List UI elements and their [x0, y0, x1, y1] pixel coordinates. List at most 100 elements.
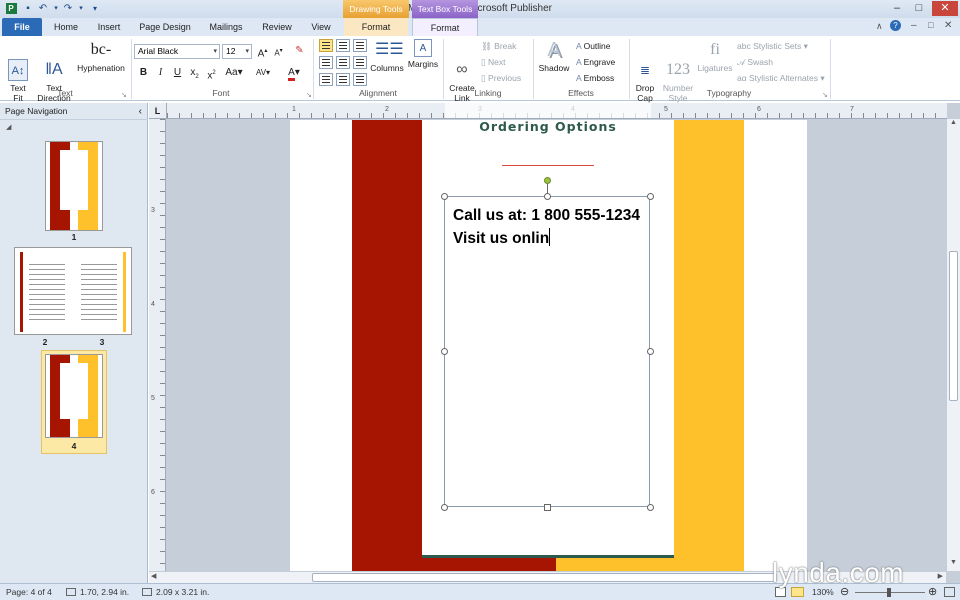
text-direction-button[interactable]: ‖A Text Direction [36, 39, 72, 113]
scroll-up-icon[interactable]: ▲ [947, 119, 960, 131]
tab-view[interactable]: View [305, 18, 337, 36]
scroll-left-icon[interactable]: ◀ [151, 572, 156, 580]
page-thumbnail-1[interactable] [45, 141, 103, 231]
bold-icon[interactable]: B [136, 66, 151, 80]
italic-icon[interactable]: I [153, 66, 168, 80]
resize-handle[interactable] [441, 348, 448, 355]
vertical-scroll-thumb[interactable] [949, 251, 958, 401]
expand-section-icon[interactable]: ◢ [6, 123, 11, 131]
tab-selector-icon[interactable]: L [149, 103, 167, 119]
resize-handle[interactable] [647, 348, 654, 355]
resize-handle[interactable] [544, 193, 551, 200]
break-link-button[interactable]: ⛓ Break [481, 39, 516, 53]
drop-cap-button[interactable]: ≣ Drop Cap [631, 39, 659, 113]
font-group-launcher-icon[interactable]: ↘ [306, 91, 312, 99]
page-indicator[interactable]: Page: 4 of 4 [6, 584, 52, 600]
shrink-font-icon[interactable]: A▾ [271, 44, 286, 58]
tab-mailings[interactable]: Mailings [203, 18, 249, 36]
subscript-icon[interactable]: x2 [187, 66, 202, 80]
number-style-button[interactable]: 123 Number Style [661, 39, 695, 113]
underline-icon[interactable]: U [170, 66, 185, 80]
zoom-in-icon[interactable]: ⊕ [928, 584, 937, 600]
align-bottom-center-button[interactable] [336, 73, 350, 86]
text-group-launcher-icon[interactable]: ↘ [121, 91, 127, 99]
rotation-handle[interactable] [544, 177, 551, 184]
text-line-web: Visit us onlin [453, 227, 645, 251]
font-color-icon[interactable]: A▾ [284, 66, 304, 81]
columns-button[interactable]: ☰☰ Columns [370, 39, 404, 73]
resize-handle[interactable] [441, 504, 448, 511]
create-link-button[interactable]: ∞ Create Link [446, 39, 478, 113]
minimize-ribbon-icon[interactable]: ∧ [876, 21, 883, 32]
align-middle-center-button[interactable] [336, 56, 350, 69]
clear-formatting-icon[interactable]: ✎ [292, 44, 307, 58]
hyphenation-button[interactable]: bc- Hyphenation [75, 39, 127, 73]
doc-minimize-button[interactable]: – [911, 20, 917, 31]
align-bottom-right-button[interactable] [353, 73, 367, 86]
margins-button[interactable]: A Margins [406, 39, 440, 69]
minimize-button[interactable]: – [886, 1, 908, 16]
page-number-4: 4 [71, 441, 77, 451]
stylistic-sets-button[interactable]: abc Stylistic Sets ▾ [737, 39, 808, 53]
zoom-slider-thumb[interactable] [887, 588, 891, 597]
emboss-button[interactable]: A Emboss [576, 71, 614, 85]
resize-handle[interactable] [441, 193, 448, 200]
superscript-icon[interactable]: x2 [204, 66, 219, 81]
resize-handle[interactable] [647, 504, 654, 511]
resize-handle[interactable] [647, 193, 654, 200]
vertical-ruler[interactable]: 3 4 5 6 [149, 119, 166, 571]
text-box[interactable]: Call us at: 1 800 555-1234 Visit us onli… [444, 196, 650, 507]
grow-font-icon[interactable]: A▴ [255, 44, 270, 59]
text-box-content[interactable]: Call us at: 1 800 555-1234 Visit us onli… [453, 205, 645, 250]
effects-group-label: Effects [568, 88, 594, 98]
stylistic-alternates-label: Stylistic Alternates [749, 73, 818, 83]
close-button[interactable]: ✕ [932, 1, 958, 16]
page-thumbnail-4[interactable] [45, 354, 103, 438]
page-thumbnail-2-3[interactable] [14, 247, 132, 335]
tab-home[interactable]: Home [48, 18, 84, 36]
align-top-right-button[interactable] [353, 39, 367, 52]
maximize-button[interactable]: □ [908, 1, 930, 16]
tab-review[interactable]: Review [257, 18, 297, 36]
ligatures-button[interactable]: fi Ligatures [697, 39, 733, 73]
font-name-combo[interactable]: Arial Black ▾ [134, 44, 220, 59]
tab-textbox-format[interactable]: Format [412, 18, 478, 36]
outline-button[interactable]: A Outline [576, 39, 611, 53]
align-top-center-button[interactable] [336, 39, 350, 52]
align-middle-right-button[interactable] [353, 56, 367, 69]
previous-link-button[interactable]: ▯ Previous [481, 71, 521, 85]
next-link-button[interactable]: ▯ Next [481, 55, 506, 69]
tab-file[interactable]: File [2, 18, 42, 36]
scroll-down-icon[interactable]: ▼ [947, 559, 960, 571]
chain-link-icon: ∞ [456, 61, 468, 78]
collapse-pane-icon[interactable]: ‹ [139, 103, 142, 120]
character-spacing-icon[interactable]: AV▾ [252, 66, 274, 80]
stylistic-sets-label: Stylistic Sets [753, 41, 802, 51]
horizontal-ruler[interactable]: 1 2 3 4 5 6 7 [167, 103, 947, 119]
doc-restore-button[interactable]: □ [928, 20, 933, 30]
scroll-right-icon[interactable]: ▶ [938, 572, 943, 580]
text-fit-button[interactable]: A↕ Text Fit [4, 39, 32, 113]
align-bottom-left-button[interactable] [319, 73, 333, 86]
engrave-button[interactable]: A Engrave [576, 55, 615, 69]
align-top-left-button[interactable] [319, 39, 333, 52]
fit-page-icon[interactable] [944, 587, 955, 597]
page-number-2: 2 [42, 337, 48, 347]
doc-close-button[interactable]: ✕ [944, 20, 952, 31]
help-icon[interactable]: ? [890, 20, 901, 31]
horizontal-scroll-thumb[interactable] [312, 573, 777, 582]
stylistic-alternates-button[interactable]: aα Stylistic Alternates ▾ [737, 71, 825, 85]
tab-insert[interactable]: Insert [90, 18, 128, 36]
swash-button[interactable]: 𝒜 Swash [737, 55, 773, 69]
font-name-value: Arial Black [138, 46, 179, 56]
shadow-button[interactable]: A Shadow [536, 39, 572, 73]
typography-group-launcher-icon[interactable]: ↘ [822, 91, 828, 99]
resize-handle[interactable] [544, 504, 551, 511]
font-size-combo[interactable]: 12 ▾ [222, 44, 252, 59]
tab-drawing-format[interactable]: Format [344, 18, 408, 36]
vertical-scrollbar[interactable]: ▲ ▼ [946, 119, 960, 571]
ordering-options-heading[interactable]: Ordering Options [422, 120, 674, 134]
change-case-icon[interactable]: Aa▾ [224, 66, 244, 80]
tab-page-design[interactable]: Page Design [134, 18, 196, 36]
align-middle-left-button[interactable] [319, 56, 333, 69]
